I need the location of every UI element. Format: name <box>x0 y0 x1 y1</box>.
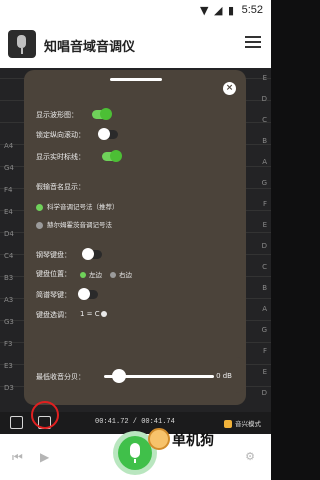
app-logo-icon <box>8 30 36 58</box>
watermark-dog-logo <box>148 428 170 450</box>
close-icon[interactable]: × <box>223 82 236 95</box>
pitch-notation-option-scientific[interactable]: 科学音调记号法（推荐） <box>36 201 119 211</box>
note-label-left: D4 <box>4 230 14 238</box>
radio-selected-icon <box>80 272 86 278</box>
note-label-right: A <box>262 305 267 313</box>
note-label-right: F <box>262 347 267 355</box>
volume-panel: 最低收音分贝： 0 dB <box>24 357 246 393</box>
app-title: 知唱音域音调仪 <box>44 40 136 55</box>
note-label-left: G4 <box>4 164 14 172</box>
status-bar: ▼ ◢ ▮ 5:52 <box>0 0 271 22</box>
radio-unselected-icon <box>36 221 43 229</box>
note-label-right: D <box>261 389 267 397</box>
pitch-notation-label: 假输音名显示： <box>36 183 85 191</box>
keyboard-position-left[interactable]: 左边 <box>80 269 102 279</box>
piano-keyboard-label: 钢琴键盘： <box>36 251 71 259</box>
sliders-icon[interactable]: ⚙ <box>245 450 255 463</box>
note-label-right: G <box>261 326 267 334</box>
watermark: 单机狗 <box>148 428 244 456</box>
battery-icon: ▮ <box>228 4 235 17</box>
note-label-right: D <box>261 95 267 103</box>
note-label-right: C <box>262 116 267 124</box>
show-waveform-label: 显示波形图： <box>36 111 78 119</box>
note-label-left: E3 <box>4 362 13 370</box>
volume-slider-handle[interactable] <box>112 369 126 383</box>
settings-panel: × 显示波形图： 锁定纵向滚动： 显示实时标线： 假输音名显示： 科学音调记号法… <box>24 70 246 405</box>
mode-indicator[interactable]: 音兴模式 <box>224 418 261 428</box>
show-realtime-line-label: 显示实时标线： <box>36 153 85 161</box>
note-label-right: E <box>262 74 267 82</box>
watermark-text: 单机狗 <box>172 433 214 449</box>
highlight-circle <box>31 401 59 429</box>
note-label-left: C4 <box>4 252 14 260</box>
note-label-left: F4 <box>4 186 13 194</box>
note-label-right: D <box>261 242 267 250</box>
signal-icon: ◢ <box>214 4 223 17</box>
volume-value: 0 dB <box>216 372 232 380</box>
volume-label: 最低收音分贝： <box>36 373 85 381</box>
microphone-icon <box>130 443 140 458</box>
mode-icon <box>224 420 232 428</box>
drag-handle[interactable] <box>110 78 162 81</box>
play-icon[interactable]: ▶ <box>40 450 49 464</box>
wifi-icon: ▼ <box>200 4 209 17</box>
menu-icon[interactable] <box>245 36 261 50</box>
note-label-right: C <box>262 263 267 271</box>
playback-time: 00:41.72 / 00:41.74 <box>95 418 175 426</box>
note-label-left: G3 <box>4 318 14 326</box>
note-label-right: F <box>262 200 267 208</box>
app-bar: 知唱音域音调仪 <box>0 22 271 68</box>
pitch-notation-option-helmholtz[interactable]: 赫尔姆霍茨音调记号法 <box>36 219 112 229</box>
note-label-left: E4 <box>4 208 13 216</box>
note-label-right: G <box>261 179 267 187</box>
simple-keyboard-label: 简谱琴键： <box>36 291 71 299</box>
show-waveform-toggle[interactable] <box>92 108 112 120</box>
note-label-left: A3 <box>4 296 14 304</box>
note-label-left: D3 <box>4 384 14 392</box>
status-time: 5:52 <box>241 4 263 16</box>
piano-keyboard-toggle[interactable] <box>82 248 102 260</box>
show-realtime-line-toggle[interactable] <box>102 150 122 162</box>
piano-icon[interactable] <box>10 416 23 429</box>
note-label-right: B <box>262 137 267 145</box>
note-label-right: A <box>262 158 267 166</box>
radio-unselected-icon <box>110 272 116 278</box>
simple-keyboard-toggle[interactable] <box>78 288 98 300</box>
note-label-right: E <box>262 368 267 376</box>
key-select-label: 键盘选调： <box>36 311 71 319</box>
key-select-value[interactable]: 1 = C <box>80 310 100 318</box>
lock-scroll-label: 锁定纵向滚动： <box>36 131 85 139</box>
key-select-indicator-icon <box>101 311 107 317</box>
note-label-left: F3 <box>4 340 13 348</box>
prev-icon[interactable]: ⏮ <box>12 450 23 465</box>
note-label-left: B3 <box>4 274 14 282</box>
keyboard-position-label: 键盘位置： <box>36 270 71 278</box>
lock-scroll-toggle[interactable] <box>98 128 118 140</box>
keyboard-position-right[interactable]: 右边 <box>110 269 132 279</box>
radio-selected-icon <box>36 203 43 211</box>
note-label-right: E <box>262 221 267 229</box>
record-button[interactable] <box>118 436 152 470</box>
note-label-left: A4 <box>4 142 14 150</box>
note-label-right: B <box>262 284 267 292</box>
